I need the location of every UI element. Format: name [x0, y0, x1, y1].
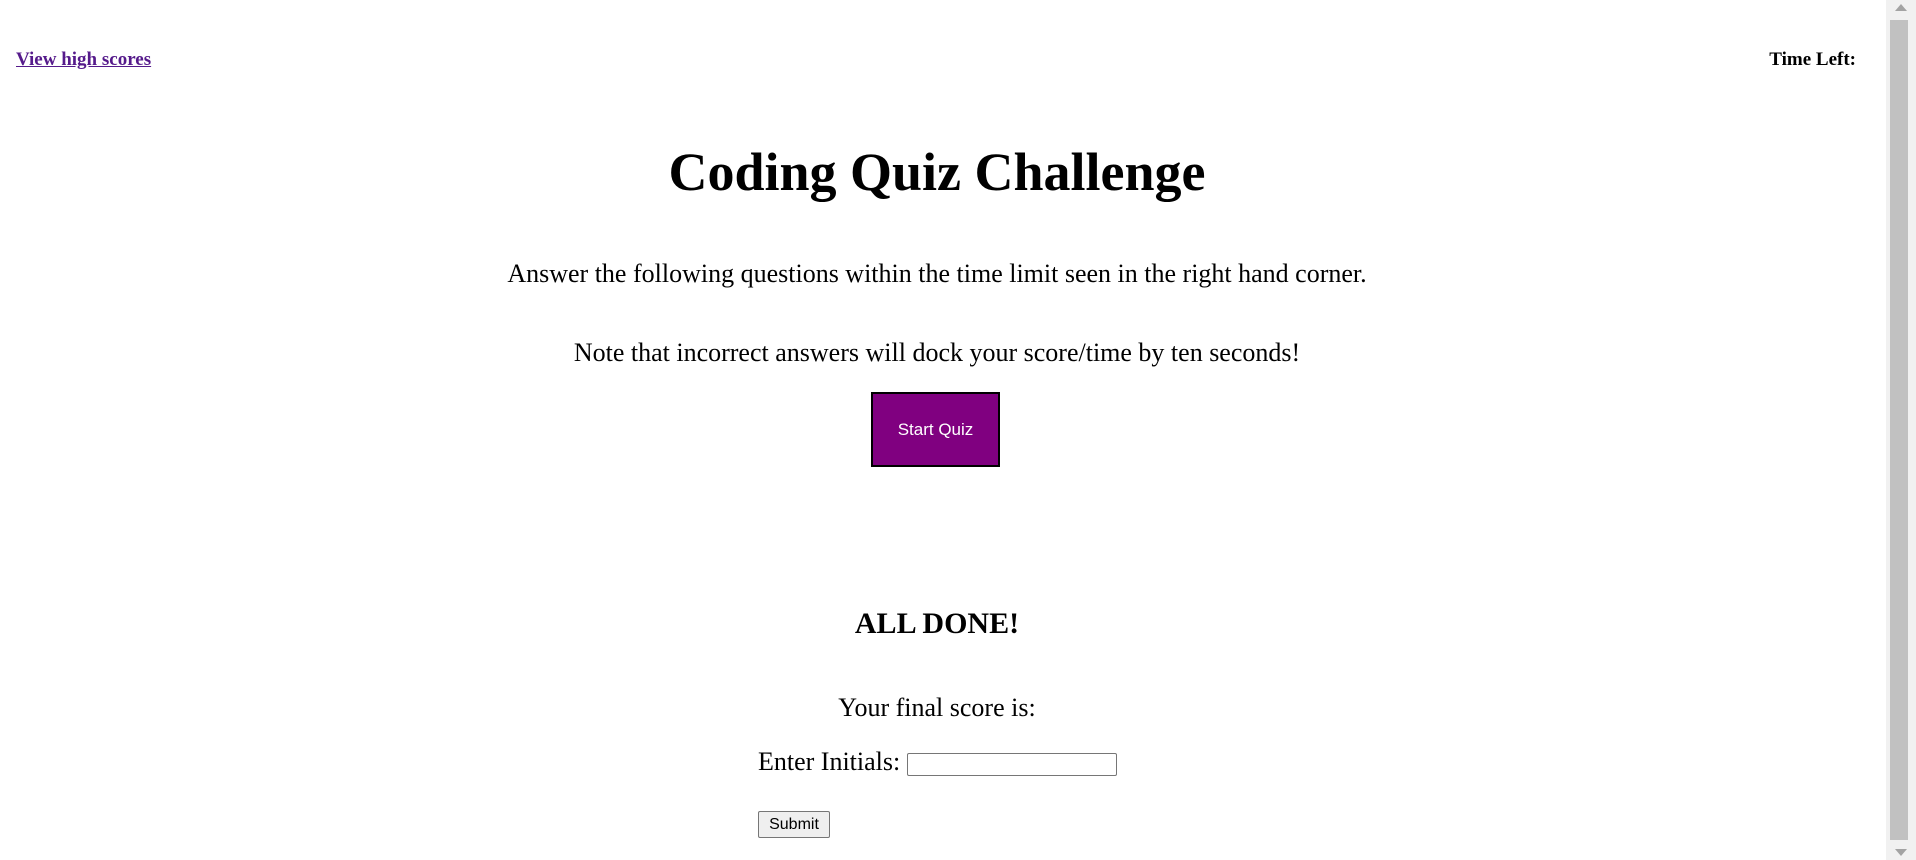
start-quiz-button[interactable]: Start Quiz — [871, 392, 1000, 467]
initials-row: Enter Initials: — [758, 746, 1118, 778]
submit-button[interactable]: Submit — [758, 811, 830, 838]
page-title: Coding Quiz Challenge — [668, 142, 1206, 202]
view-high-scores-link[interactable]: View high scores — [16, 49, 151, 71]
initials-label: Enter Initials: — [758, 747, 901, 776]
page: View high scores Time Left: Coding Quiz … — [0, 0, 1886, 860]
scroll-down-arrow-icon[interactable] — [1895, 849, 1907, 856]
initials-input[interactable] — [907, 752, 1118, 776]
scrollbar-thumb[interactable] — [1890, 20, 1908, 840]
time-left-label: Time Left: — [1769, 49, 1856, 70]
instructions-text: Answer the following questions within th… — [507, 259, 1367, 288]
penalty-note-text: Note that incorrect answers will dock yo… — [573, 338, 1301, 367]
all-done-heading: ALL DONE! — [854, 607, 1020, 640]
final-score-label: Your final score is: — [838, 693, 1036, 722]
vertical-scrollbar[interactable] — [1886, 0, 1916, 860]
scroll-up-arrow-icon[interactable] — [1895, 4, 1907, 11]
